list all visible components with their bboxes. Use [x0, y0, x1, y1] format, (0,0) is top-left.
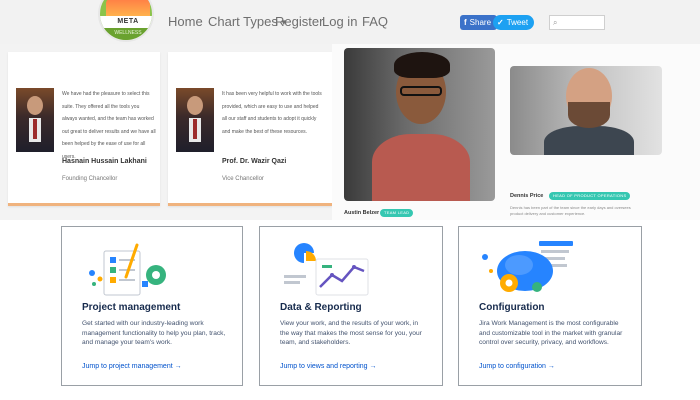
feature-link[interactable]: Jump to views and reporting →: [280, 363, 377, 370]
twitter-tweet-button[interactable]: ✓ Tweet: [493, 15, 535, 30]
feature-title: Data & Reporting: [280, 302, 362, 313]
person-face: [27, 96, 43, 115]
feature-title: Configuration: [479, 302, 545, 313]
testimonial-photo: [16, 88, 54, 152]
testimonials-panel: We have had the pleasure to select this …: [0, 44, 332, 220]
feature-card-data-reporting: Data & Reporting View your work, and the…: [259, 226, 443, 386]
person-tie: [33, 119, 37, 139]
feature-card-project-management: Project management Get started with our …: [61, 226, 243, 386]
team-member-name: Dennis Price: [510, 193, 544, 199]
feature-description: Get started with our industry-leading wo…: [82, 320, 226, 347]
testimonial-role: Vice Chancellor: [222, 176, 264, 182]
person-tie: [193, 119, 197, 139]
testimonial-photo: [176, 88, 214, 152]
page: META WELLNESS Home Chart Types ▼ Register…: [0, 0, 700, 400]
logo-text: META: [100, 16, 152, 28]
search-icon: ⌕: [553, 18, 558, 27]
nav-link-chart-types-label: Chart Types: [208, 14, 278, 29]
person-face: [187, 96, 203, 115]
team-member-name: Austin Belzer: [344, 210, 380, 216]
person-body: [372, 134, 470, 201]
nav-link-home[interactable]: Home: [168, 14, 203, 29]
feature-description: Jira Work Management is the most configu…: [479, 320, 623, 347]
team-member-photo: [510, 66, 662, 155]
nav-link-register[interactable]: Register: [275, 14, 323, 29]
testimonial-role: Founding Chancellor: [62, 176, 118, 182]
share-label: Share: [469, 18, 492, 27]
checklist-gear-icon: [89, 243, 166, 296]
logo-subtext: WELLNESS: [100, 28, 152, 40]
testimonial-quote: We have had the pleasure to select this …: [62, 91, 156, 160]
feature-link[interactable]: Jump to configuration →: [479, 363, 555, 370]
chart-report-icon: [284, 243, 369, 296]
person-beard: [568, 102, 610, 128]
tweet-label: Tweet: [506, 18, 529, 27]
testimonial-card: We have had the pleasure to select this …: [8, 52, 160, 206]
testimonial-card: It has been very helpful to work with th…: [168, 52, 332, 206]
testimonial-quote: It has been very helpful to work with th…: [222, 91, 322, 135]
team-member-photo: [344, 48, 495, 201]
twitter-icon: ✓: [497, 18, 504, 27]
testimonial-name: Prof. Dr. Wazir Qazi: [222, 158, 287, 165]
person-hair: [394, 52, 450, 78]
glasses-icon: [400, 86, 442, 96]
team-member-badge: TEAM LEAD: [380, 209, 414, 217]
feature-description: View your work, and the results of your …: [280, 320, 422, 347]
nav-link-login[interactable]: Log in: [322, 14, 357, 29]
search-input[interactable]: ⌕: [549, 15, 605, 30]
feature-link[interactable]: Jump to project management →: [82, 363, 182, 370]
team-panel: Austin Belzer TEAM LEAD Dennis Price HEA…: [332, 44, 700, 220]
feature-card-configuration: Configuration Jira Work Management is th…: [458, 226, 642, 386]
top-navbar: META WELLNESS Home Chart Types ▼ Register…: [0, 0, 700, 44]
team-member-description: Dennis has been part of the team since t…: [510, 205, 631, 216]
testimonial-name: Hasnain Hussain Lakhani: [62, 158, 147, 165]
settings-cloud-icon: [482, 241, 573, 292]
site-logo[interactable]: META WELLNESS: [98, 0, 154, 42]
team-member-badge: HEAD OF PRODUCT OPERATIONS: [549, 192, 631, 200]
person-body: [544, 126, 634, 155]
nav-link-faq[interactable]: FAQ: [362, 14, 388, 29]
facebook-icon: f: [464, 18, 467, 27]
facebook-share-button[interactable]: f Share: [460, 15, 498, 30]
feature-title: Project management: [82, 302, 181, 313]
